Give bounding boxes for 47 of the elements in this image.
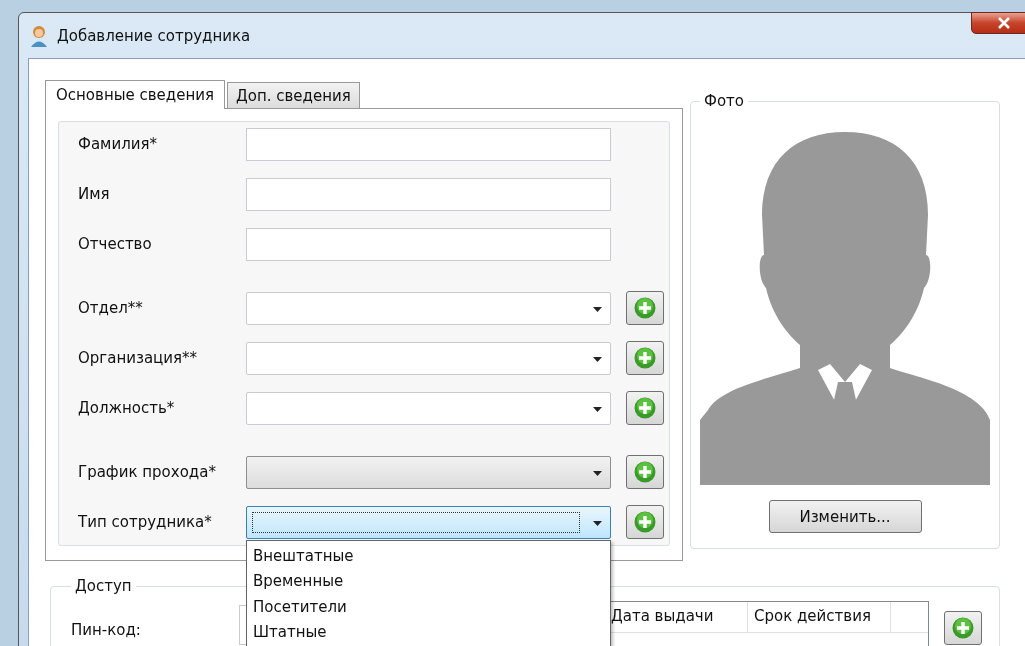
text-field[interactable] xyxy=(246,127,611,161)
add-button[interactable] xyxy=(626,341,664,375)
caret-icon xyxy=(593,306,602,312)
field-label: Имя xyxy=(78,185,111,203)
plus-icon xyxy=(634,297,656,319)
dropdown-option[interactable]: Внештатные xyxy=(253,543,610,569)
field-label: Организация** xyxy=(78,349,199,367)
text-field[interactable] xyxy=(246,177,611,211)
field-label: Отчество xyxy=(78,235,153,253)
plus-icon xyxy=(952,617,974,639)
caret-icon xyxy=(593,406,602,412)
add-button[interactable] xyxy=(626,391,664,425)
dropdown-field[interactable] xyxy=(246,391,611,425)
tab[interactable]: Основные сведения xyxy=(45,80,226,109)
column-header[interactable]: Срок действия xyxy=(748,602,891,632)
add-button[interactable] xyxy=(944,611,982,645)
field-label: Фамилия* xyxy=(78,135,159,153)
add-button[interactable] xyxy=(626,291,664,325)
caret-icon xyxy=(593,520,602,526)
caret-icon xyxy=(593,470,602,476)
close-icon xyxy=(997,17,1011,29)
dropdown-field[interactable] xyxy=(246,291,611,325)
field-label: Должность* xyxy=(78,399,176,417)
dropdown-field[interactable] xyxy=(246,341,611,375)
field-label: Пин-код: xyxy=(71,621,142,639)
group-title: Доступ xyxy=(74,577,133,595)
add-button[interactable] xyxy=(626,455,664,489)
plus-icon xyxy=(634,347,656,369)
plus-icon xyxy=(634,397,656,419)
text-field[interactable] xyxy=(246,227,611,261)
person-icon xyxy=(29,24,49,47)
field-label: График прохода* xyxy=(78,463,217,481)
change-photo-button[interactable]: Изменить... xyxy=(768,500,922,533)
tab[interactable]: Доп. сведения xyxy=(227,82,360,108)
caret-icon xyxy=(593,356,602,362)
close-button[interactable] xyxy=(971,12,1025,34)
dropdown-field[interactable] xyxy=(246,505,611,539)
field-label: Тип сотрудника* xyxy=(78,513,213,531)
plus-icon xyxy=(634,511,656,533)
group-title: Фото xyxy=(703,92,745,110)
window-title: Добавление сотрудника xyxy=(57,26,251,45)
add-button[interactable] xyxy=(626,505,664,539)
dropdown-field[interactable] xyxy=(246,455,611,489)
plus-icon xyxy=(634,461,656,483)
field-label: Отдел** xyxy=(78,299,144,317)
dropdown-option[interactable]: Временные xyxy=(253,569,610,595)
column-header[interactable]: Дата выдачи xyxy=(605,602,748,632)
